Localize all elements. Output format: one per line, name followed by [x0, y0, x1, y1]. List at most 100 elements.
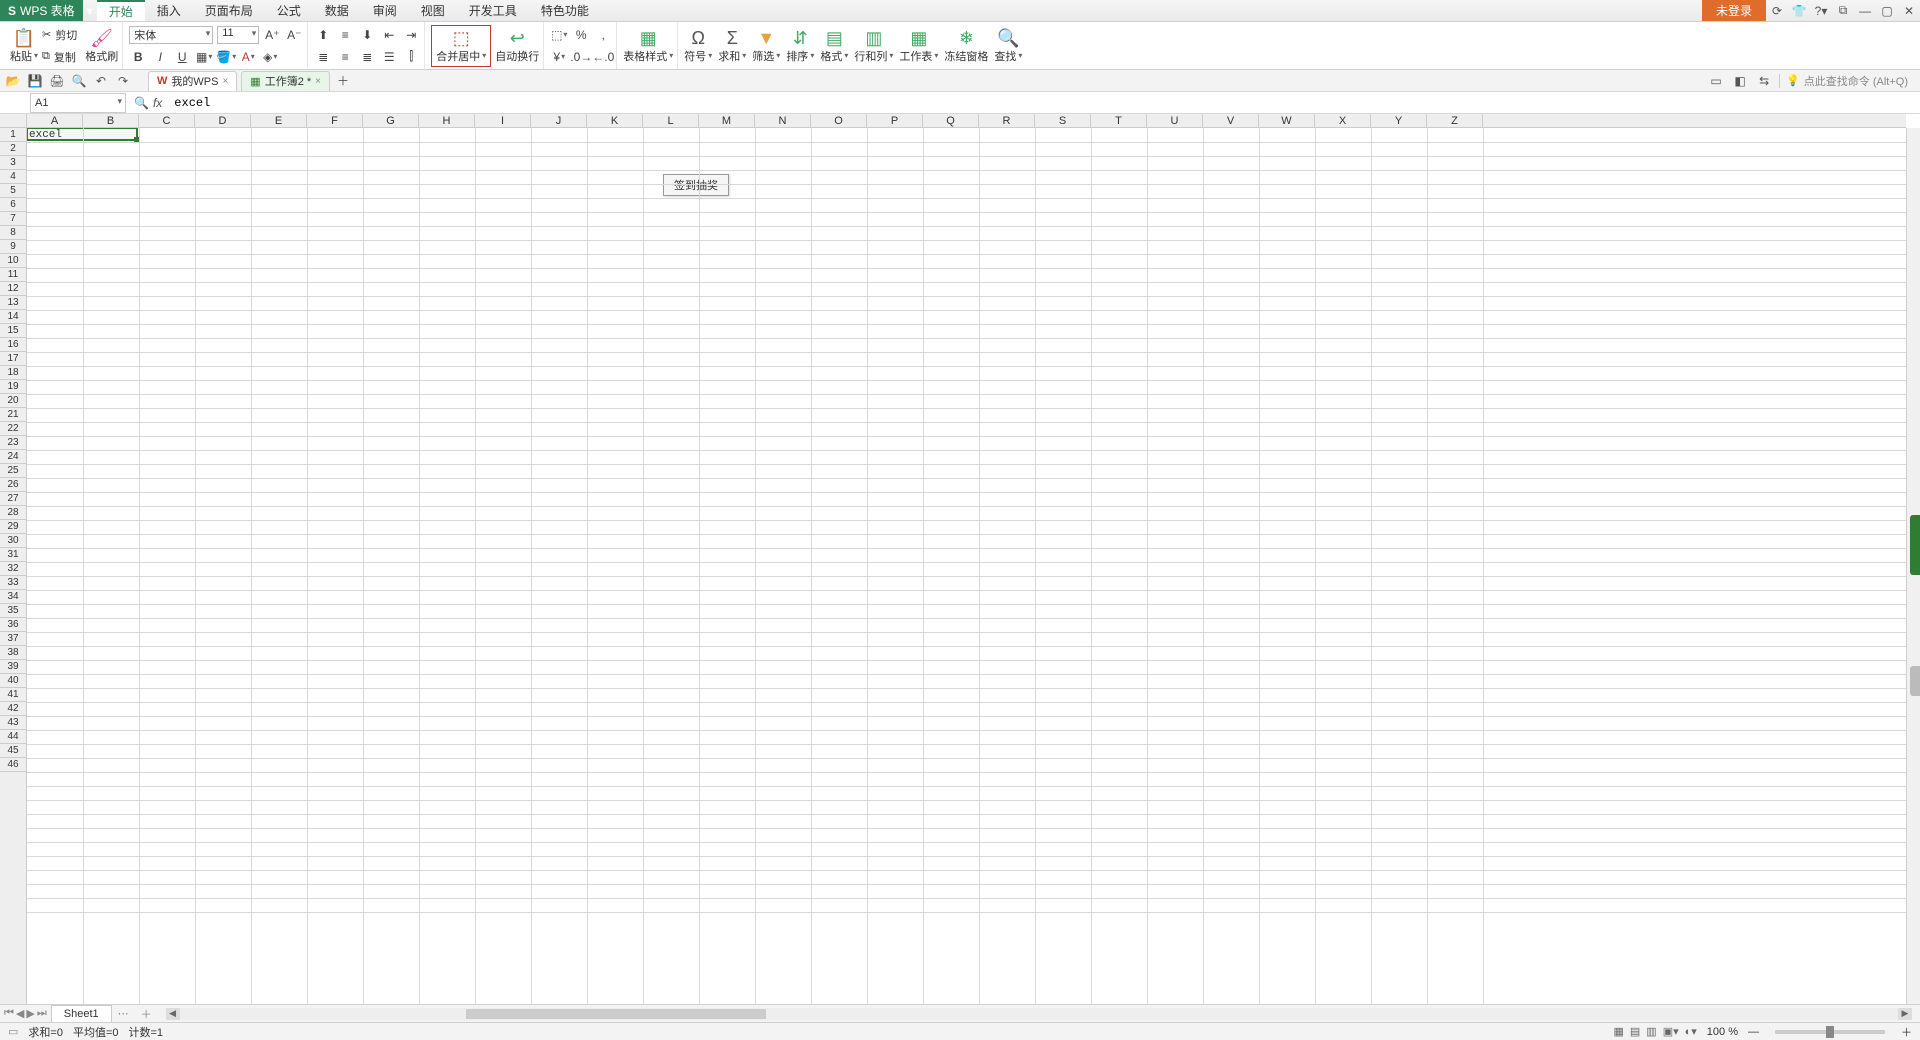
fill-color-button[interactable]: 🪣▾ [217, 48, 235, 66]
col-header-O[interactable]: O [811, 114, 867, 127]
side-panel-handle[interactable] [1910, 515, 1920, 575]
tab-page-layout[interactable]: 页面布局 [193, 0, 265, 21]
row-header-35[interactable]: 35 [0, 604, 26, 618]
row-header-44[interactable]: 44 [0, 730, 26, 744]
comma-icon[interactable]: , [594, 26, 612, 44]
col-header-X[interactable]: X [1315, 114, 1371, 127]
distribute-icon[interactable]: ⫿ [402, 48, 420, 66]
zoom-slider[interactable] [1775, 1030, 1885, 1034]
decrease-decimal-icon[interactable]: ←.0 [594, 48, 612, 66]
row-header-1[interactable]: 1 [0, 128, 26, 142]
freeze-icon[interactable]: ❄ [959, 28, 974, 48]
brand-dropdown[interactable]: ▾ [83, 0, 97, 21]
mini-icon-2[interactable]: ◧ [1731, 72, 1749, 90]
row-header-29[interactable]: 29 [0, 520, 26, 534]
maximize-icon[interactable]: ▢ [1876, 0, 1898, 21]
minimize-icon[interactable]: — [1854, 0, 1876, 21]
paste-icon[interactable]: 📋 [13, 28, 35, 48]
mini-icon-3[interactable]: ⇆ [1755, 72, 1773, 90]
tab-data[interactable]: 数据 [313, 0, 361, 21]
row-header-5[interactable]: 5 [0, 184, 26, 198]
row-header-45[interactable]: 45 [0, 744, 26, 758]
sum-icon[interactable]: Σ [727, 28, 738, 48]
col-header-U[interactable]: U [1147, 114, 1203, 127]
row-header-27[interactable]: 27 [0, 492, 26, 506]
shirt-icon[interactable]: 👕 [1788, 0, 1810, 21]
table-style-icon[interactable]: ▦ [640, 28, 657, 48]
row-header-38[interactable]: 38 [0, 646, 26, 660]
row-header-21[interactable]: 21 [0, 408, 26, 422]
sheet-nav-next-icon[interactable]: ▶ [26, 1007, 34, 1020]
row-header-19[interactable]: 19 [0, 380, 26, 394]
row-header-18[interactable]: 18 [0, 366, 26, 380]
doc-tab-mywps[interactable]: W 我的WPS × [148, 71, 237, 91]
percent-icon[interactable]: % [572, 26, 590, 44]
doc-add-button[interactable]: ＋ [334, 72, 352, 90]
zoom-value[interactable]: 100 % [1707, 1026, 1738, 1038]
col-header-C[interactable]: C [139, 114, 195, 127]
tab-review[interactable]: 审阅 [361, 0, 409, 21]
row-header-4[interactable]: 4 [0, 170, 26, 184]
row-header-12[interactable]: 12 [0, 282, 26, 296]
format-painter-icon[interactable]: 🖌 [90, 28, 113, 48]
wrap-text-label[interactable]: 自动换行 [495, 48, 539, 64]
currency-icon[interactable]: ¥▾ [550, 48, 568, 66]
skin-icon[interactable]: ⟳ [1766, 0, 1788, 21]
filter-icon[interactable]: ▼ [757, 28, 775, 48]
row-header-23[interactable]: 23 [0, 436, 26, 450]
tab-special[interactable]: 特色功能 [529, 0, 601, 21]
row-header-28[interactable]: 28 [0, 506, 26, 520]
italic-button[interactable]: I [151, 48, 169, 66]
tab-insert[interactable]: 插入 [145, 0, 193, 21]
doc-tab-workbook[interactable]: ▦ 工作簿2 * × [241, 71, 330, 91]
sheet-nav-last-icon[interactable]: ⏭ [37, 1007, 47, 1020]
row-header-39[interactable]: 39 [0, 660, 26, 674]
row-header-43[interactable]: 43 [0, 716, 26, 730]
fx-icon[interactable]: fx [153, 96, 162, 110]
col-header-P[interactable]: P [867, 114, 923, 127]
qat-undo-icon[interactable]: ↶ [92, 72, 110, 90]
merge-center-button[interactable]: ⬚ 合并居中▾ [431, 25, 491, 67]
format-icon[interactable]: ▤ [826, 28, 843, 48]
cells-canvas[interactable]: excel 签到抽奖 [27, 128, 1906, 1004]
wrap-text-icon[interactable]: ↩ [510, 28, 525, 48]
format-painter-label[interactable]: 格式刷 [85, 48, 118, 64]
col-header-W[interactable]: W [1259, 114, 1315, 127]
col-header-F[interactable]: F [307, 114, 363, 127]
symbol-icon[interactable]: Ω [692, 28, 705, 48]
row-header-37[interactable]: 37 [0, 632, 26, 646]
col-header-K[interactable]: K [587, 114, 643, 127]
help-icon[interactable]: ?▾ [1810, 0, 1832, 21]
row-header-10[interactable]: 10 [0, 254, 26, 268]
sheet-add-button[interactable]: ＋ [135, 1006, 158, 1022]
col-header-S[interactable]: S [1035, 114, 1091, 127]
row-header-15[interactable]: 15 [0, 324, 26, 338]
row-header-7[interactable]: 7 [0, 212, 26, 226]
sheet-menu-button[interactable]: ⋯ [112, 1007, 135, 1020]
row-header-22[interactable]: 22 [0, 422, 26, 436]
justify-icon[interactable]: ☰ [380, 48, 398, 66]
row-header-36[interactable]: 36 [0, 618, 26, 632]
col-header-Y[interactable]: Y [1371, 114, 1427, 127]
view-custom-icon[interactable]: ◐▾ [1685, 1025, 1697, 1038]
qat-redo-icon[interactable]: ↷ [114, 72, 132, 90]
row-header-42[interactable]: 42 [0, 702, 26, 716]
cut-button[interactable]: ✂剪切 [42, 25, 77, 45]
qat-save-icon[interactable]: 💾 [26, 72, 44, 90]
row-header-17[interactable]: 17 [0, 352, 26, 366]
row-headers[interactable]: 1234567891011121314151617181920212223242… [0, 128, 27, 1004]
font-name-select[interactable]: 宋体 [129, 26, 213, 44]
bold-button[interactable]: B [129, 48, 147, 66]
row-header-46[interactable]: 46 [0, 758, 26, 772]
number-format-icon[interactable]: ⬚▾ [550, 26, 568, 44]
sort-icon[interactable]: ⇵ [793, 28, 808, 48]
col-header-M[interactable]: M [699, 114, 755, 127]
fx-search-icon[interactable]: 🔍 [134, 96, 149, 110]
row-header-25[interactable]: 25 [0, 464, 26, 478]
row-header-6[interactable]: 6 [0, 198, 26, 212]
font-size-select[interactable]: 11 [217, 26, 259, 44]
hscroll-thumb[interactable] [466, 1009, 766, 1019]
mini-icon-1[interactable]: ▭ [1707, 72, 1725, 90]
row-header-13[interactable]: 13 [0, 296, 26, 310]
copy-button[interactable]: ⧉复制 [42, 47, 77, 67]
